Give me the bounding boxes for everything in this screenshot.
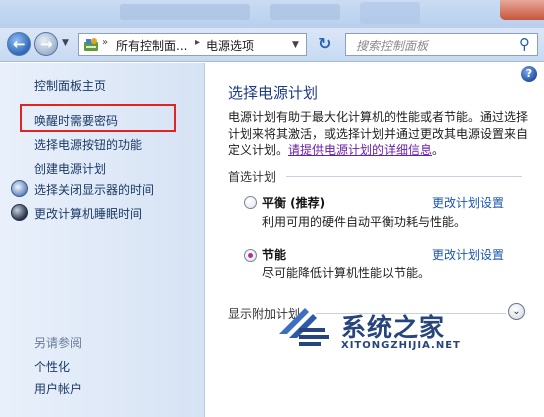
watermark-logo-icon xyxy=(279,308,329,346)
plan-power-saver-radio[interactable] xyxy=(244,249,257,262)
sleep-moon-icon xyxy=(11,204,28,221)
search-input[interactable]: 搜索控制面板 ⚲ xyxy=(345,33,538,56)
plan-details-link[interactable]: 请提供电源计划的详细信息 xyxy=(288,143,432,157)
window-title-bar xyxy=(0,0,544,28)
sidebar-item-require-password-on-wakeup[interactable]: 唤醒时需要密码 xyxy=(34,112,118,129)
title-blur xyxy=(120,4,250,20)
address-dropdown-icon[interactable]: ▼ xyxy=(292,40,299,50)
help-icon[interactable]: ? xyxy=(521,66,537,82)
recent-pages-dropdown-icon[interactable]: ▼ xyxy=(62,38,69,48)
breadcrumb-separator-icon[interactable]: ▸ xyxy=(195,37,200,48)
see-also-heading: 另请参阅 xyxy=(34,336,83,350)
plan-balanced-change-settings-link[interactable]: 更改计划设置 xyxy=(432,194,504,211)
navigation-bar: ← → ▼ » 所有控制面... ▸ 电源选项 ▼ ↻ 搜索控制面板 ⚲ xyxy=(0,28,544,62)
plan-balanced-radio[interactable] xyxy=(244,196,257,209)
page-description: 电源计划有助于最大化计算机的性能或者节能。通过选择计划来将其激活，或选择计划并通… xyxy=(228,109,528,159)
back-button[interactable]: ← xyxy=(7,32,31,56)
sidebar-item-change-sleep-time[interactable]: 更改计算机睡眠时间 xyxy=(34,205,142,222)
section-divider xyxy=(286,176,522,177)
sidebar-item-create-power-plan[interactable]: 创建电源计划 xyxy=(34,160,106,177)
address-bar[interactable]: » 所有控制面... ▸ 电源选项 xyxy=(78,33,307,56)
watermark: 系统之家 XITONGZHIJIA.NET xyxy=(275,300,475,370)
plan-power-saver-description: 尽可能降低计算机性能以节能。 xyxy=(262,266,431,280)
preferred-plans-heading: 首选计划 xyxy=(228,170,277,184)
control-panel-icon xyxy=(84,38,98,51)
left-navigation-pane: 控制面板主页 唤醒时需要密码 选择电源按钮的功能 创建电源计划 选择关闭显示器的… xyxy=(0,63,205,417)
plan-balanced-name[interactable]: 平衡 (推荐) xyxy=(262,194,325,211)
watermark-subtitle: XITONGZHIJIA.NET xyxy=(341,340,461,351)
sidebar-item-choose-power-buttons[interactable]: 选择电源按钮的功能 xyxy=(34,136,142,153)
breadcrumb-separator-icon: » xyxy=(102,37,109,48)
page-title: 选择电源计划 xyxy=(228,84,319,102)
forward-button[interactable]: → xyxy=(34,32,58,56)
search-placeholder: 搜索控制面板 xyxy=(356,39,429,53)
search-icon[interactable]: ⚲ xyxy=(519,35,530,53)
display-clock-icon xyxy=(11,180,28,197)
title-blur xyxy=(360,2,420,24)
title-blur xyxy=(270,4,340,20)
chevron-down-icon[interactable]: ⌄ xyxy=(508,303,525,320)
sidebar-item-control-panel-home[interactable]: 控制面板主页 xyxy=(34,77,106,94)
watermark-title: 系统之家 xyxy=(341,313,446,342)
plan-power-saver-name[interactable]: 节能 xyxy=(262,246,286,263)
sidebar-item-turn-off-display-time[interactable]: 选择关闭显示器的时间 xyxy=(34,181,154,198)
plan-power-saver-change-settings-link[interactable]: 更改计划设置 xyxy=(432,246,504,263)
back-arrow-icon: ← xyxy=(13,35,26,53)
plan-balanced-description: 利用可用的硬件自动平衡功耗与性能。 xyxy=(262,215,467,229)
refresh-icon[interactable]: ↻ xyxy=(318,34,331,53)
description-end: 。 xyxy=(432,143,445,157)
forward-arrow-icon: → xyxy=(40,35,53,53)
breadcrumb-power-options[interactable]: 电源选项 xyxy=(206,37,254,54)
close-window-button[interactable] xyxy=(500,0,544,20)
sidebar-item-user-accounts[interactable]: 用户帐户 xyxy=(34,380,82,397)
sidebar-item-personalization[interactable]: 个性化 xyxy=(34,358,70,375)
breadcrumb-all-control-panel[interactable]: 所有控制面... xyxy=(116,37,187,54)
